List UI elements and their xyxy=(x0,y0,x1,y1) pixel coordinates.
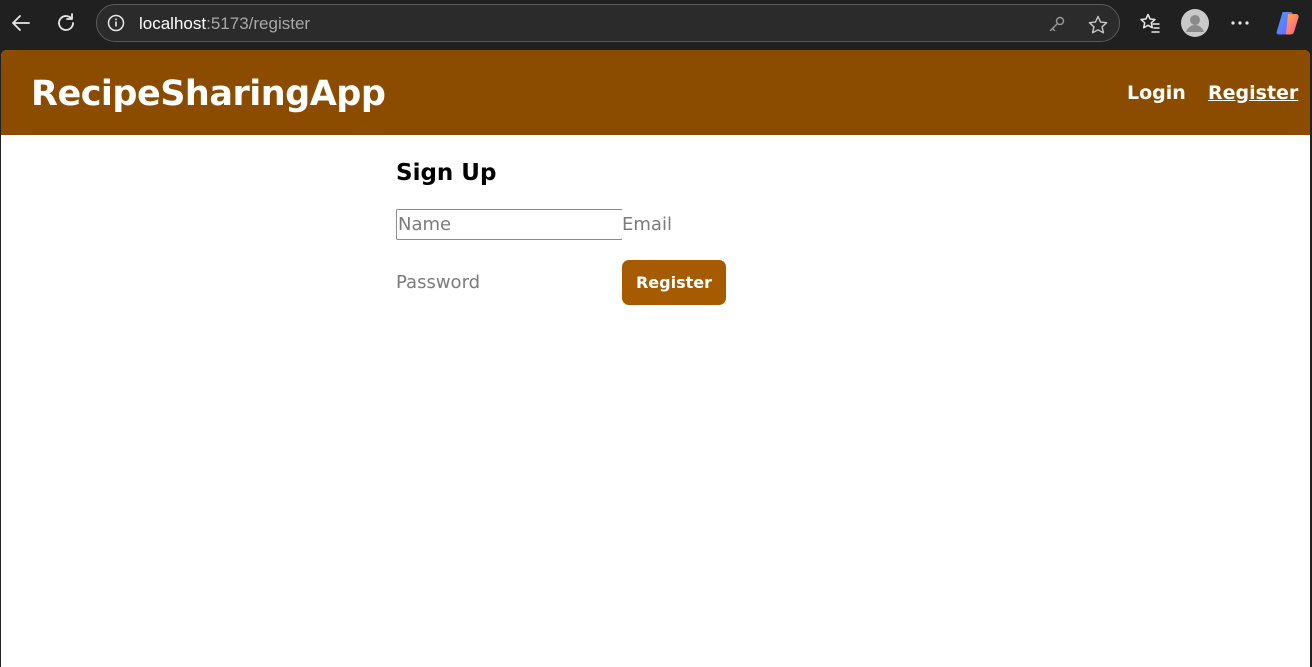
url-path: :5173/register xyxy=(206,14,311,33)
register-button[interactable]: Register xyxy=(622,260,726,305)
nav-login-link[interactable]: Login xyxy=(1127,81,1186,105)
copilot-icon[interactable] xyxy=(1274,9,1302,37)
address-bar[interactable]: localhost:5173/register xyxy=(96,4,1120,42)
star-icon[interactable] xyxy=(1087,14,1108,34)
name-field[interactable] xyxy=(396,209,623,240)
password-field[interactable] xyxy=(396,267,616,298)
url-text[interactable]: localhost:5173/register xyxy=(139,14,310,34)
key-icon[interactable] xyxy=(1047,14,1067,34)
favorites-icon[interactable] xyxy=(1136,9,1164,37)
info-icon[interactable] xyxy=(107,14,125,32)
page-viewport: RecipeSharingApp Login Register Sign Up … xyxy=(1,50,1310,667)
profile-icon[interactable] xyxy=(1181,9,1209,37)
browser-toolbar: localhost:5173/register xyxy=(0,0,1312,46)
more-icon[interactable] xyxy=(1226,9,1254,37)
url-host: localhost xyxy=(139,14,207,33)
email-field[interactable] xyxy=(622,209,822,240)
page-title: Sign Up xyxy=(396,160,497,186)
reload-icon[interactable] xyxy=(51,8,81,38)
app-header: RecipeSharingApp Login Register xyxy=(1,50,1310,135)
nav-register-link[interactable]: Register xyxy=(1208,81,1298,105)
back-arrow-icon[interactable] xyxy=(6,8,36,38)
app-brand[interactable]: RecipeSharingApp xyxy=(31,72,386,116)
